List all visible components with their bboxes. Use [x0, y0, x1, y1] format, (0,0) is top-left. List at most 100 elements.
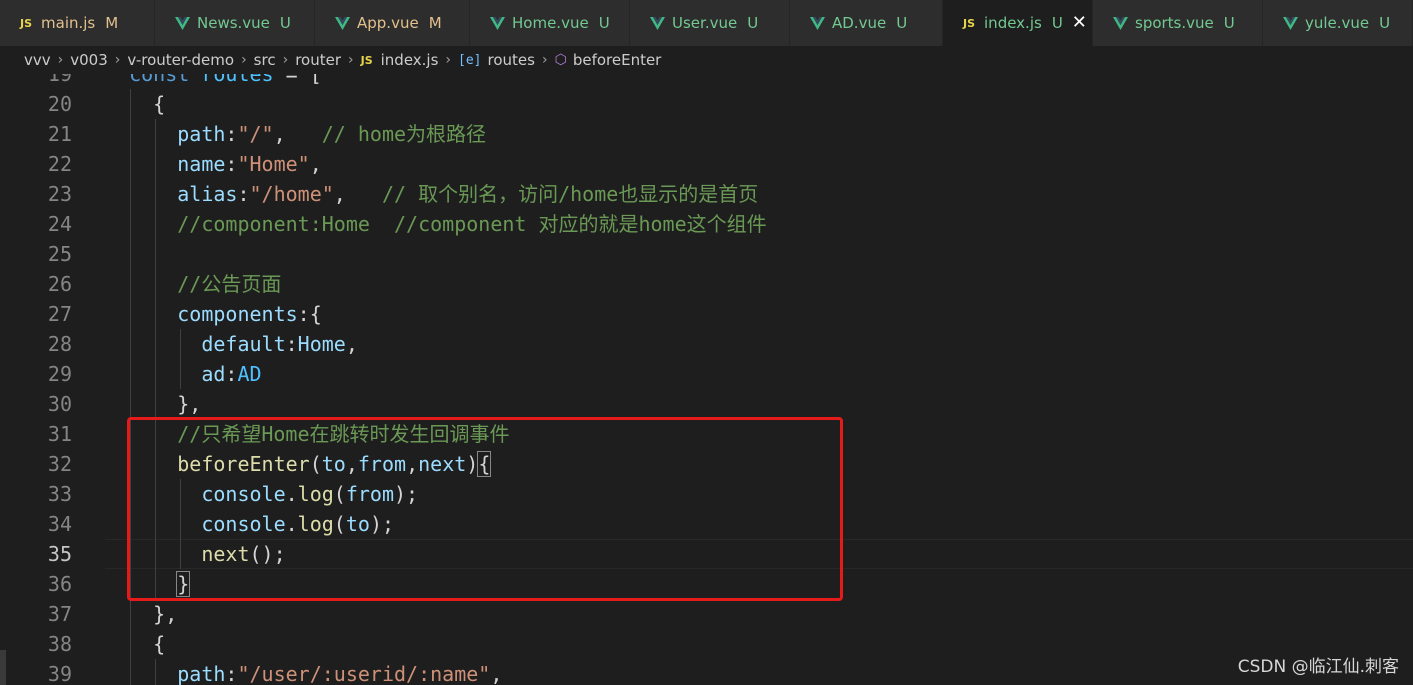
chevron-right-icon: ›: [114, 52, 121, 68]
line-number: 39: [47, 662, 72, 685]
code-text: path:"/", // home为根路径: [105, 119, 486, 149]
git-status-badge: U: [598, 14, 610, 32]
line-number: 26: [47, 272, 72, 296]
code-token: "/user/:userid/:name": [237, 662, 491, 685]
code-token: beforeEnter: [105, 452, 310, 476]
code-token: },: [105, 602, 178, 626]
git-status-badge: U: [279, 14, 291, 32]
code-line[interactable]: 22 name:"Home",: [0, 149, 1413, 179]
git-status-badge: U: [896, 14, 908, 32]
tab-main-js[interactable]: JS main.js M: [0, 0, 155, 46]
code-line[interactable]: 24 //component:Home //component 对应的就是hom…: [0, 209, 1413, 239]
breadcrumb-item-symbol[interactable]: beforeEnter: [573, 51, 662, 69]
code-text: beforeEnter(to,from,next){: [105, 449, 492, 479]
code-line[interactable]: 19 const routes = [: [0, 74, 1413, 89]
code-line[interactable]: 26 //公告页面: [0, 269, 1413, 299]
chevron-right-icon: ›: [282, 52, 289, 68]
tab-news-vue[interactable]: News.vue U: [155, 0, 315, 46]
breadcrumb-item-vvv[interactable]: vvv: [24, 51, 51, 69]
breadcrumb-item-v003[interactable]: v003: [70, 51, 108, 69]
tab-app-vue[interactable]: App.vue M: [315, 0, 470, 46]
code-token: },: [105, 392, 202, 416]
tab-ad-vue[interactable]: AD.vue U: [790, 0, 943, 46]
code-token: next: [105, 542, 250, 566]
code-token: default: [105, 332, 286, 356]
chevron-right-icon: ›: [445, 52, 452, 68]
chevron-right-icon: ›: [241, 52, 247, 68]
code-line[interactable]: 27 components:{: [0, 299, 1413, 329]
code-line[interactable]: 21 path:"/", // home为根路径: [0, 119, 1413, 149]
line-number: 33: [47, 482, 72, 506]
line-number: 30: [47, 392, 72, 416]
tab-yule-vue[interactable]: yule.vue U: [1263, 0, 1413, 46]
code-token: {: [105, 92, 166, 116]
vue-file-icon: [490, 16, 505, 30]
code-token: }: [176, 571, 191, 597]
code-token: from: [345, 482, 395, 506]
code-line[interactable]: 29 ad:AD: [0, 359, 1413, 389]
git-status-badge: U: [1051, 14, 1063, 32]
indent-guide: [155, 239, 156, 269]
code-line[interactable]: 28 default:Home,: [0, 329, 1413, 359]
code-line[interactable]: 20 {: [0, 89, 1413, 119]
code-token: ): [466, 452, 479, 476]
line-number: 20: [47, 92, 72, 116]
code-token: //component:Home //component 对应的就是home这个…: [105, 212, 767, 236]
breadcrumb-item-symbol[interactable]: routes: [488, 51, 535, 69]
code-line[interactable]: 36 }: [0, 569, 1413, 599]
tab-user-vue[interactable]: User.vue U: [630, 0, 790, 46]
code-line[interactable]: 35 next();: [0, 539, 1413, 569]
method-symbol-icon: ⬡: [554, 52, 567, 68]
code-text: next();: [105, 539, 285, 569]
code-token: "Home": [237, 152, 310, 176]
code-line[interactable]: 25: [0, 239, 1413, 269]
line-number: 25: [47, 242, 72, 266]
code-text: },: [105, 599, 177, 629]
code-token: :: [225, 122, 238, 146]
code-line[interactable]: 30 },: [0, 389, 1413, 419]
code-token: next: [418, 452, 467, 476]
code-text: //component:Home //component 对应的就是home这个…: [105, 209, 767, 239]
code-token: Home: [297, 332, 346, 356]
line-number: 19: [47, 74, 72, 86]
code-line[interactable]: 34 console.log(to);: [0, 509, 1413, 539]
tab-home-vue[interactable]: Home.vue U: [470, 0, 630, 46]
line-number: 27: [47, 302, 72, 326]
breadcrumb-item-file[interactable]: index.js: [381, 51, 439, 69]
tab-index-js[interactable]: JS index.js U ✕: [943, 0, 1093, 46]
code-editor[interactable]: 19 const routes = [20 {21 path:"/", // h…: [0, 74, 1413, 685]
breadcrumb-item-src[interactable]: src: [254, 51, 276, 69]
line-number: 38: [47, 632, 72, 656]
close-icon[interactable]: ✕: [1072, 14, 1087, 32]
breadcrumb-item-v-router-demo[interactable]: v-router-demo: [127, 51, 234, 69]
vue-file-icon: [175, 16, 190, 30]
code-line[interactable]: 23 alias:"/home", // 取个别名，访问/home也显示的是首页: [0, 179, 1413, 209]
code-line[interactable]: 32 beforeEnter(to,from,next){: [0, 449, 1413, 479]
code-line[interactable]: 39 path:"/user/:userid/:name",: [0, 659, 1413, 685]
code-line[interactable]: 31 //只希望Home在跳转时发生回调事件: [0, 419, 1413, 449]
breadcrumb-item-router[interactable]: router: [295, 51, 341, 69]
code-line[interactable]: 33 console.log(from);: [0, 479, 1413, 509]
code-line[interactable]: 37 },: [0, 599, 1413, 629]
git-status-badge: U: [1223, 14, 1235, 32]
tab-label: App.vue: [357, 14, 419, 32]
code-text: path:"/user/:userid/:name",: [105, 659, 502, 685]
code-token: (: [309, 452, 322, 476]
code-token: console: [105, 482, 286, 506]
code-line[interactable]: 38 {: [0, 629, 1413, 659]
code-token: from: [357, 452, 407, 476]
code-text: ad:AD: [105, 359, 261, 389]
code-token: );: [369, 512, 395, 536]
git-status-badge: M: [428, 14, 442, 32]
tab-label: News.vue: [197, 14, 270, 32]
tab-sports-vue[interactable]: sports.vue U: [1093, 0, 1263, 46]
code-text: default:Home,: [105, 329, 358, 359]
code-token: ,: [309, 152, 322, 176]
code-token: log: [297, 512, 334, 536]
js-file-icon: JS: [963, 16, 976, 30]
array-symbol-icon: [e]: [458, 52, 482, 68]
line-number: 28: [47, 332, 72, 356]
vue-file-icon: [810, 16, 825, 30]
code-token: to: [321, 452, 346, 476]
tab-label: sports.vue: [1135, 14, 1214, 32]
